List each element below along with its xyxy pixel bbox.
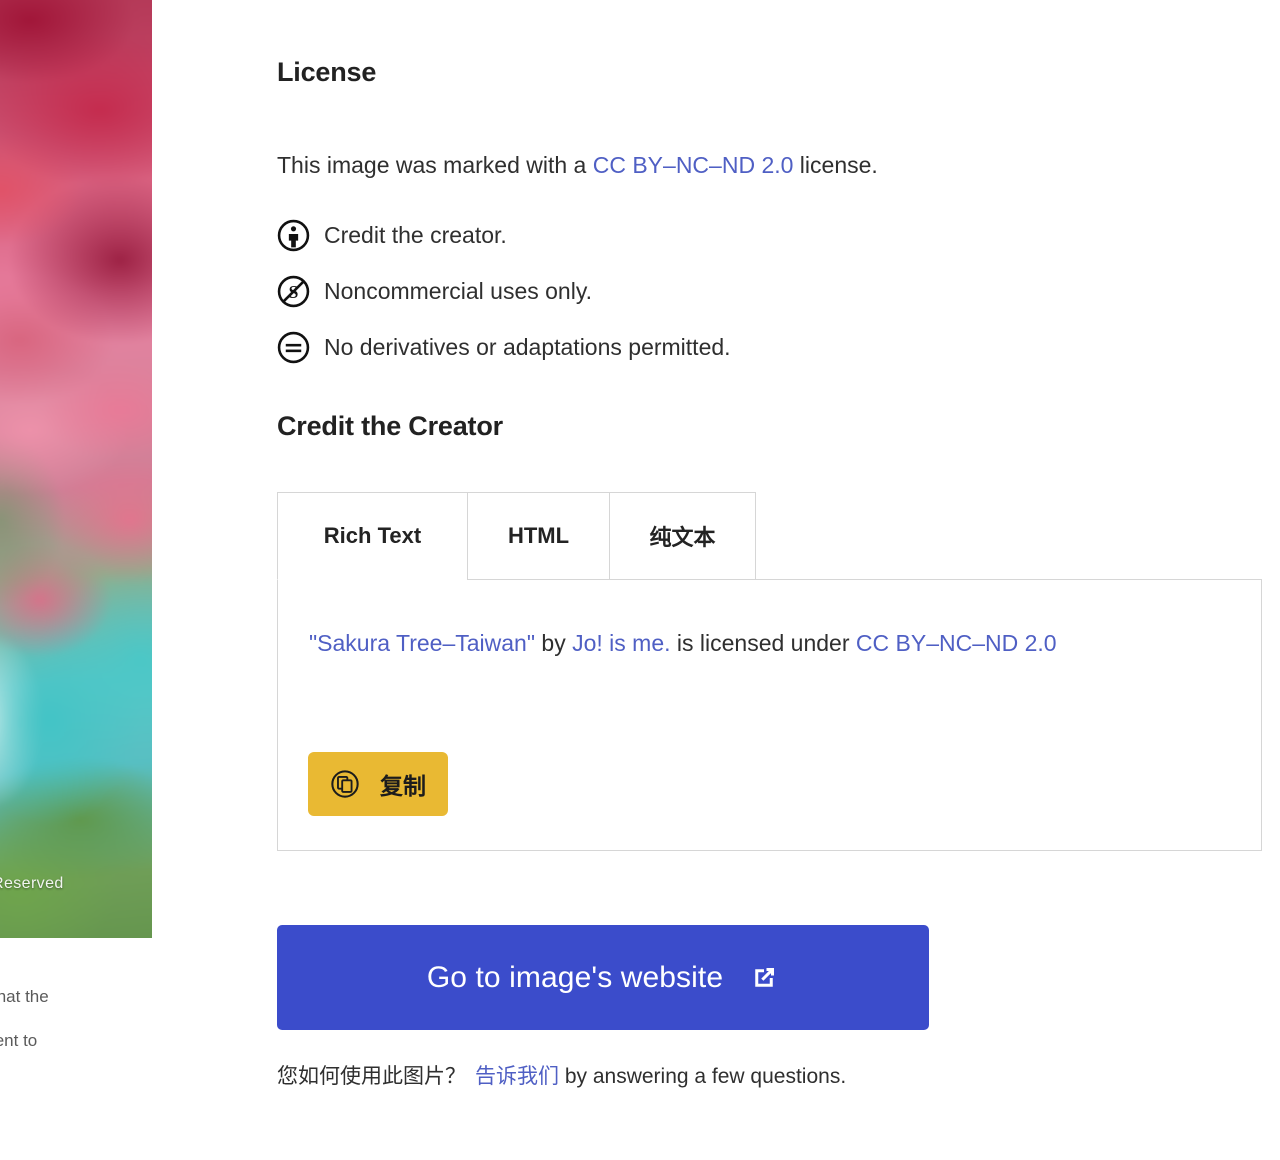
photo-watermark: Reserved [0,875,64,892]
attribution-text[interactable]: "Sakura Tree–Taiwan" by Jo! is me. is li… [309,616,1219,670]
usage-question-suffix: by answering a few questions. [559,1065,847,1088]
copy-button-label: 复制 [380,773,426,799]
license-statement: This image was marked with a CC BY–NC–ND… [277,152,878,179]
attribution-middle-text: is licensed under [670,630,856,656]
left-text-fragment-1: that the [0,987,49,1006]
left-truncated-text: that the tent to [0,975,150,1063]
license-statement-suffix: license. [793,152,878,178]
tab-html[interactable]: HTML [467,492,609,580]
cta-label: Go to image's website [426,960,724,994]
cc-nc-icon: S [277,275,310,308]
condition-row: S Noncommercial uses only. [277,263,977,319]
usage-question: 您如何使用此图片？ 告诉我们 by answering a few questio… [277,1060,846,1090]
condition-row: No derivatives or adaptations permitted. [277,319,977,375]
condition-row: Credit the creator. [277,207,977,263]
sakura-photo-art [0,0,152,938]
cc-nd-icon [277,331,310,364]
image-preview-column: Reserved that the tent to [0,0,153,1160]
copy-attribution-button[interactable]: 复制 [308,752,448,816]
condition-label: Noncommercial uses only. [324,277,593,304]
attribution-author-link[interactable]: Jo! is me. [572,630,670,656]
tab-rich-text[interactable]: Rich Text [277,492,467,580]
credit-format-tabs: Rich Text HTML 纯文本 [277,492,756,580]
tell-us-link[interactable]: 告诉我们 [475,1065,559,1088]
attribution-panel: "Sakura Tree–Taiwan" by Jo! is me. is li… [277,579,1262,851]
credit-heading: Credit the Creator [277,411,503,441]
attribution-license-link[interactable]: CC BY–NC–ND 2.0 [856,630,1057,656]
license-statement-prefix: This image was marked with a [277,152,593,178]
license-heading: License [277,57,377,87]
left-text-fragment-2: tent to [0,1031,38,1050]
tab-plain-text[interactable]: 纯文本 [609,492,756,580]
external-link-icon [749,963,779,993]
usage-question-text: 您如何使用此图片？ [277,1065,466,1088]
go-to-image-website-button[interactable]: Go to image's website [277,925,929,1030]
cc-by-icon [277,219,310,252]
license-page: Reserved that the tent to License This i… [0,0,1280,1160]
image-preview[interactable]: Reserved [0,0,152,938]
attribution-by-word: by [535,630,573,656]
copy-icon [330,769,360,799]
condition-label: No derivatives or adaptations permitted. [324,333,731,360]
attribution-title-link[interactable]: "Sakura Tree–Taiwan" [309,630,535,656]
license-link[interactable]: CC BY–NC–ND 2.0 [593,152,794,178]
license-conditions: Credit the creator. S Noncommercial uses… [277,207,977,375]
condition-label: Credit the creator. [324,221,507,248]
